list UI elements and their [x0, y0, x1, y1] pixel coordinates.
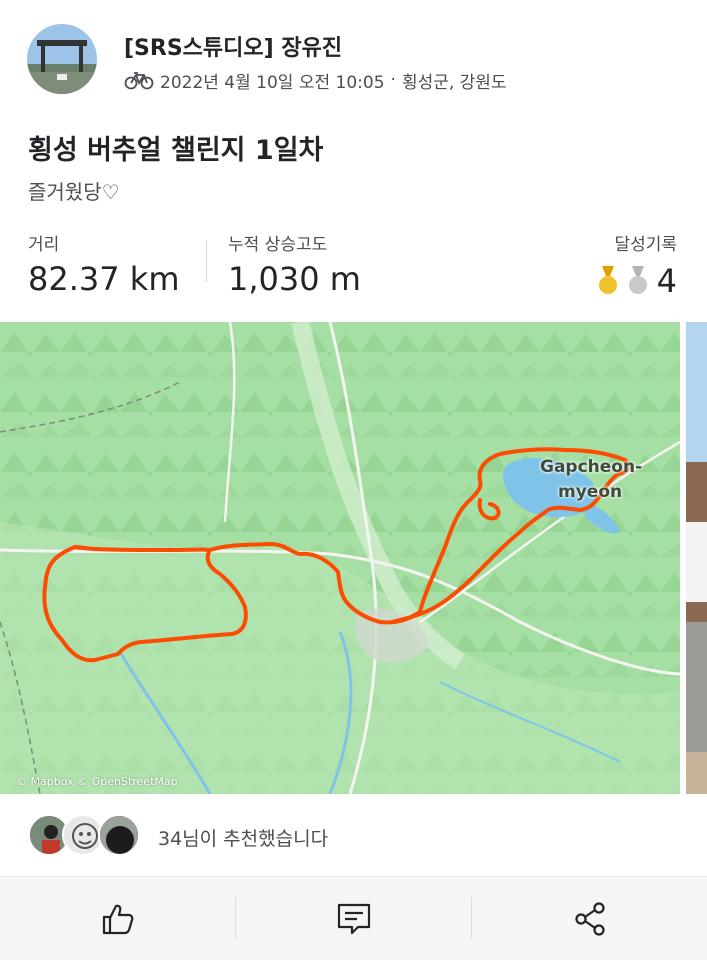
elevation-value: 1,030 m — [228, 260, 361, 298]
meta-separator: · — [390, 70, 396, 90]
map-attribution[interactable]: © Mapbox © OpenStreetMap — [16, 775, 178, 788]
kudos-row[interactable]: 34님이 추천했습니다 — [0, 800, 707, 870]
activity-description: 즐거웠당♡ — [28, 180, 120, 204]
author-name[interactable]: [SRS스튜디오] 장유진 — [124, 30, 342, 62]
comment-icon — [337, 903, 370, 935]
comment-button[interactable] — [236, 877, 471, 960]
activity-meta: 2022년 4월 10일 오전 10:05 · 횡성군, 강원도 — [124, 68, 507, 93]
kudos-avatar — [98, 814, 140, 856]
activity-location: 횡성군, 강원도 — [401, 72, 507, 93]
distance-label: 거리 — [28, 235, 60, 255]
thumbs-up-icon — [102, 904, 133, 935]
map-place-label-2: myeon — [558, 482, 623, 502]
route-map[interactable]: Gapcheon- myeon © Mapbox © OpenStreetMap — [0, 322, 680, 794]
distance-value: 82.37 km — [28, 260, 180, 298]
activity-title[interactable]: 횡성 버추얼 챌린지 1일차 — [28, 128, 323, 167]
kudos-avatars — [28, 814, 148, 858]
achievements-label: 달성기록 — [614, 235, 677, 255]
silver-medal-icon — [628, 266, 647, 294]
kudos-button[interactable] — [0, 877, 235, 960]
gold-medal-icon — [598, 266, 617, 294]
share-icon — [574, 902, 605, 936]
share-button[interactable] — [472, 877, 707, 960]
map-place-label: Gapcheon- — [540, 457, 643, 477]
map-canvas — [0, 322, 680, 794]
activity-datetime: 2022년 4월 10일 오전 10:05 — [160, 72, 385, 93]
achievements-count: 4 — [656, 262, 677, 300]
photo-carousel-peek[interactable] — [686, 322, 707, 794]
activity-header: [SRS스튜디오] 장유진 2022년 4월 10일 오전 10:05 · 횡성… — [0, 0, 707, 110]
action-bar — [0, 876, 707, 960]
bike-icon — [124, 72, 154, 90]
stats-divider — [206, 240, 207, 282]
kudos-count-text[interactable]: 34님이 추천했습니다 — [158, 824, 328, 851]
elevation-label: 누적 상승고도 — [228, 235, 328, 255]
author-avatar[interactable] — [27, 24, 97, 94]
achievements[interactable]: 4 — [597, 262, 677, 300]
